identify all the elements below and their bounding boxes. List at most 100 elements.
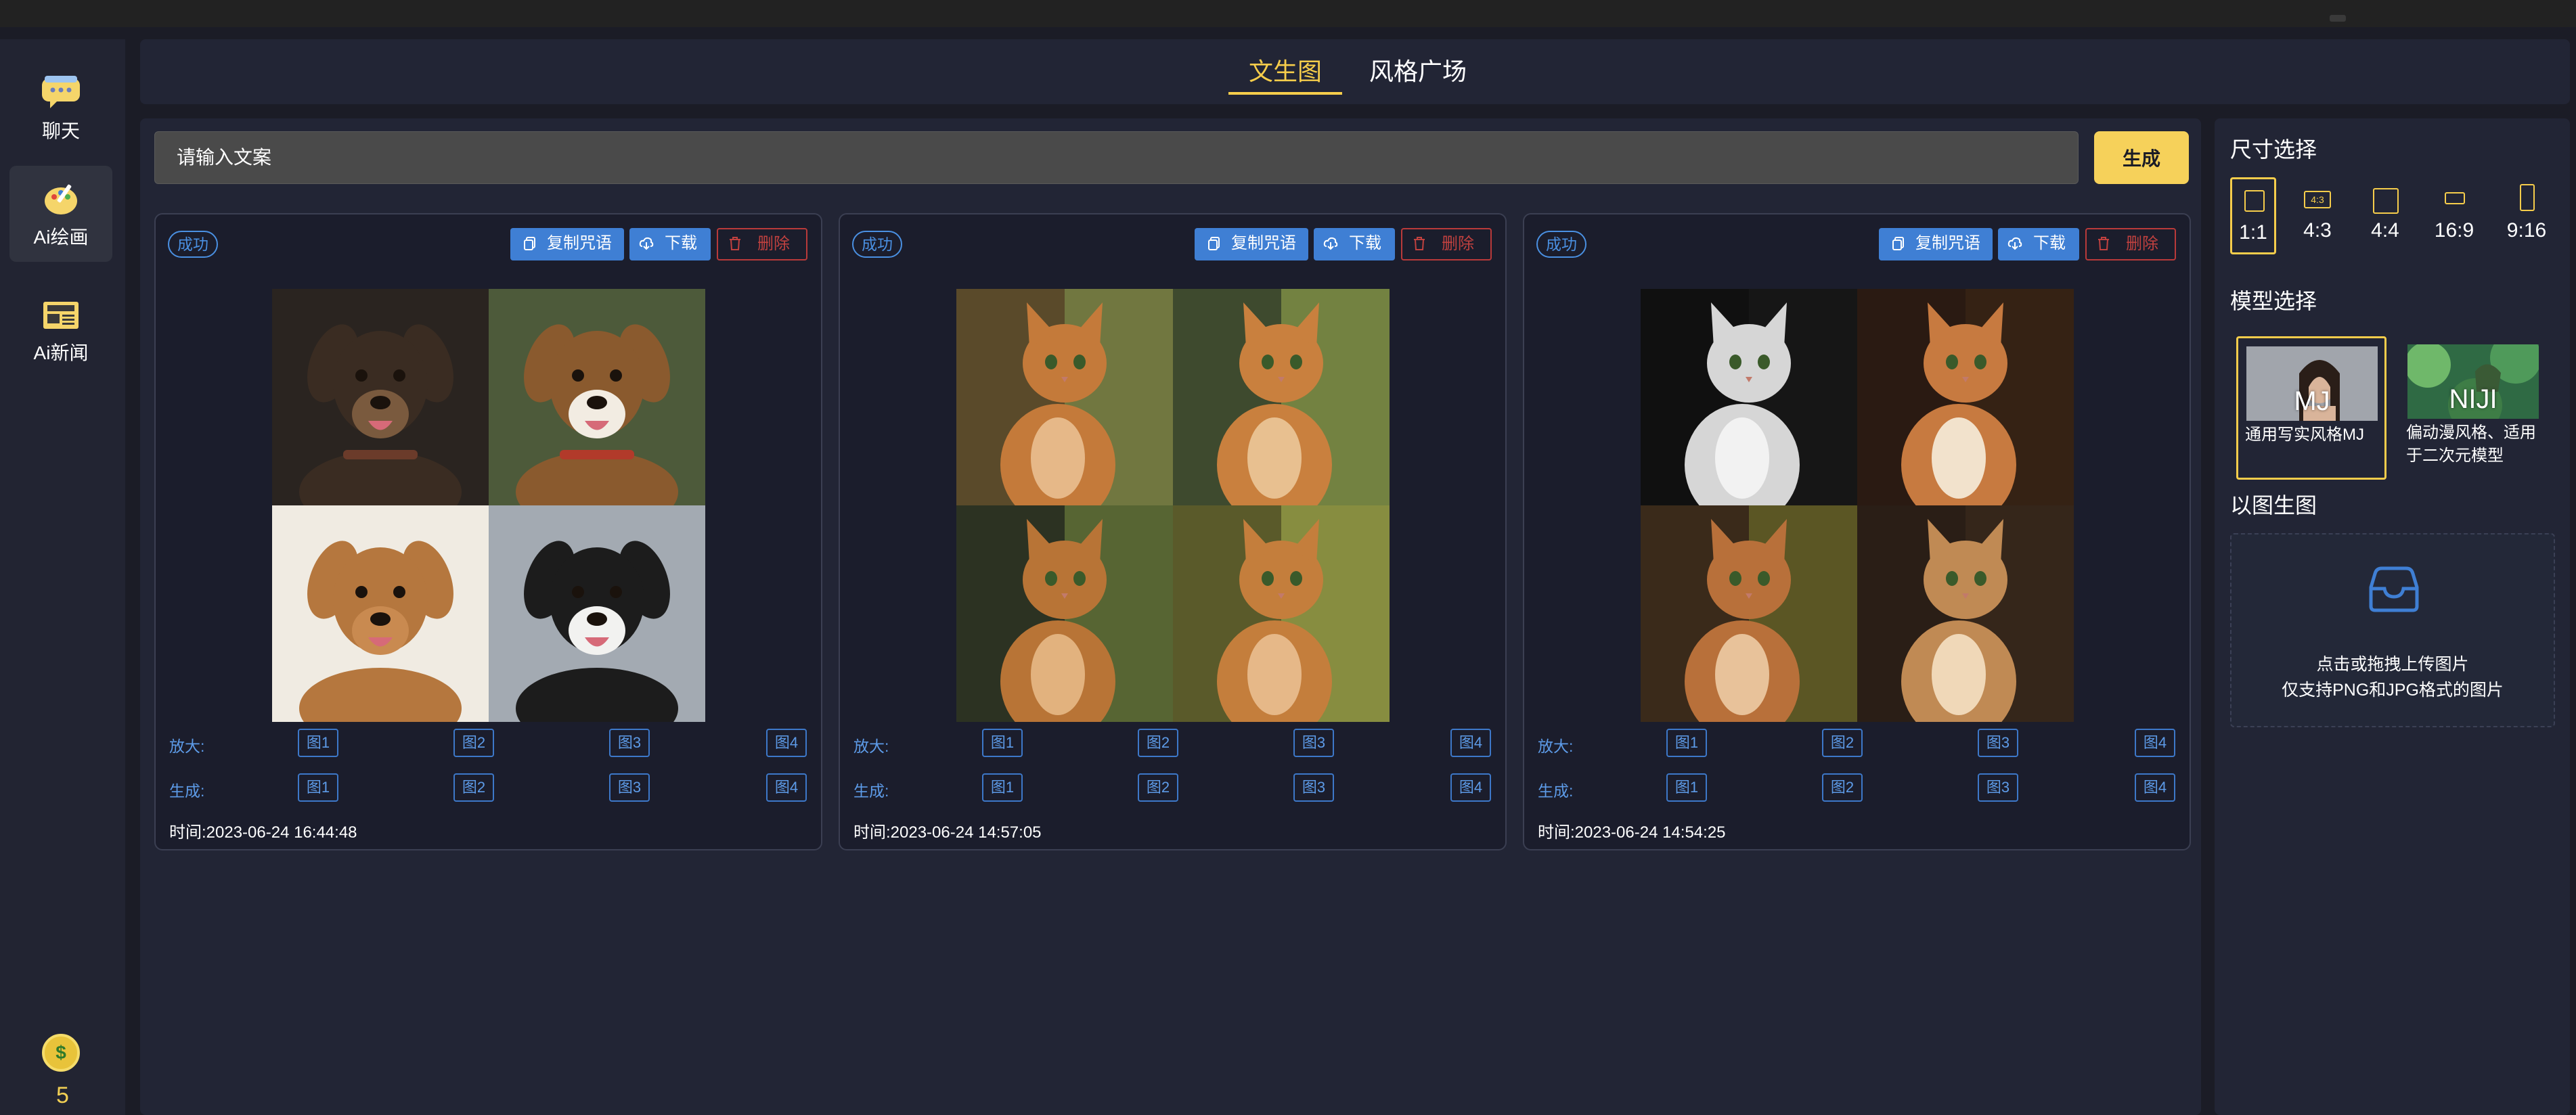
download-button[interactable]: 下载 [1998, 228, 2079, 260]
image-tile-4[interactable] [1857, 505, 2074, 722]
image-tile-3[interactable] [272, 505, 489, 722]
size-label: 1:1 [2239, 221, 2267, 244]
upload-format-hint: 仅支持PNG和JPG格式的图片 [2282, 681, 2504, 700]
model-section-title: 模型选择 [2230, 289, 2317, 313]
delete-button[interactable]: 删除 [1401, 228, 1492, 260]
coin-icon: $ [42, 1034, 80, 1072]
variation-label: 生成: [1538, 782, 1574, 800]
result-card: 成功 复制咒语 下载 删除 放大: 生成: 图1 图1 图2 图2 图3 图3 图4 图4 时间:2023-… [154, 213, 822, 850]
copy-prompt-label: 复制咒语 [1915, 234, 1980, 252]
model-description: 通用写实风格MJ [2245, 426, 2364, 444]
variation-image-2-button[interactable]: 图2 [1822, 773, 1863, 802]
cat-image [1857, 289, 2074, 505]
size-option-1-1[interactable]: 1:1 [2230, 177, 2276, 254]
model-option-niji[interactable]: NIJI 偏动漫风格、适用于二次元模型 [2399, 336, 2550, 480]
credits-count: 5 [56, 1083, 69, 1108]
copy-prompt-button[interactable]: 复制咒语 [510, 228, 624, 260]
upscale-image-1-button[interactable]: 图1 [298, 729, 338, 757]
upscale-image-3-button[interactable]: 图3 [1978, 729, 2018, 757]
dog-image [272, 289, 489, 505]
delete-button[interactable]: 删除 [2085, 228, 2176, 260]
generate-button[interactable]: 生成 [2094, 131, 2189, 184]
size-option-4-4[interactable]: 4:4 [2362, 177, 2408, 254]
prompt-input[interactable] [154, 131, 2079, 184]
chat-icon [42, 76, 80, 108]
copy-prompt-button[interactable]: 复制咒语 [1195, 228, 1308, 260]
size-option-4-3[interactable]: 4:3 4:3 [2294, 177, 2340, 254]
size-label: 16:9 [2434, 219, 2474, 242]
variation-image-4-button[interactable]: 图4 [2135, 773, 2175, 802]
image-tile-2[interactable] [1173, 289, 1390, 505]
upscale-image-3-button[interactable]: 图3 [1293, 729, 1334, 757]
upscale-image-4-button[interactable]: 图4 [2135, 729, 2175, 757]
nav-item-ai-news[interactable]: Ai新闻 [9, 281, 112, 378]
model-option-mj[interactable]: MJ 通用写实风格MJ [2236, 336, 2386, 480]
delete-label: 删除 [2126, 235, 2158, 253]
image-tile-3[interactable] [1641, 505, 1857, 722]
tab-style-gallery[interactable]: 风格广场 [1358, 50, 1478, 93]
image-tile-1[interactable] [956, 289, 1173, 505]
image-tile-2[interactable] [1857, 289, 2074, 505]
image-tile-4[interactable] [489, 505, 705, 722]
download-button[interactable]: 下载 [629, 228, 711, 260]
upscale-image-2-button[interactable]: 图2 [1138, 729, 1178, 757]
variation-image-4-button[interactable]: 图4 [1450, 773, 1491, 802]
upscale-image-1-button[interactable]: 图1 [1666, 729, 1707, 757]
upscale-image-3-button[interactable]: 图3 [609, 729, 650, 757]
copy-prompt-button[interactable]: 复制咒语 [1879, 228, 1993, 260]
delete-button[interactable]: 删除 [717, 228, 807, 260]
trash-icon [730, 237, 740, 250]
upscale-image-2-button[interactable]: 图2 [1822, 729, 1863, 757]
cat-image [1857, 505, 2074, 722]
variation-image-1-button[interactable]: 图1 [982, 773, 1023, 802]
upscale-label: 放大: [853, 737, 889, 755]
nav-label-ai-news: Ai新闻 [33, 342, 89, 363]
variation-image-3-button[interactable]: 图3 [1293, 773, 1334, 802]
niji-thumbnail: NIJI [2407, 344, 2539, 419]
dog-image [272, 505, 489, 722]
cat-image [1641, 289, 1857, 505]
variation-image-1-button[interactable]: 图1 [1666, 773, 1707, 802]
variation-image-3-button[interactable]: 图3 [1978, 773, 2018, 802]
model-tag: MJ [2294, 386, 2330, 416]
cat-image [1173, 505, 1390, 722]
image-upload-dropzone[interactable]: 点击或拖拽上传图片 仅支持PNG和JPG格式的图片 [2230, 533, 2555, 727]
upscale-label: 放大: [169, 737, 205, 755]
cloud-download-icon [639, 237, 654, 250]
upscale-image-1-button[interactable]: 图1 [982, 729, 1023, 757]
upscale-image-4-button[interactable]: 图4 [1450, 729, 1491, 757]
image-tile-1[interactable] [1641, 289, 1857, 505]
copy-icon [524, 237, 535, 250]
size-option-9-16[interactable]: 9:16 [2500, 177, 2554, 254]
tabs-bar: 文生图 风格广场 [140, 39, 2570, 104]
timestamp: 时间:2023-06-24 14:54:25 [1538, 823, 1726, 842]
variation-image-1-button[interactable]: 图1 [298, 773, 338, 802]
upload-hint: 点击或拖拽上传图片 [2316, 655, 2469, 674]
left-nav: 聊天 Ai绘画 Ai新闻 $ 5 [0, 39, 125, 1115]
variation-label: 生成: [853, 782, 889, 800]
image-tile-1[interactable] [272, 289, 489, 505]
image-tile-3[interactable] [956, 505, 1173, 722]
tab-text-to-image[interactable]: 文生图 [1228, 50, 1342, 95]
upscale-image-2-button[interactable]: 图2 [453, 729, 494, 757]
copy-icon [1208, 237, 1220, 250]
variation-image-3-button[interactable]: 图3 [609, 773, 650, 802]
mj-thumbnail: MJ [2246, 346, 2378, 421]
nav-item-ai-paint[interactable]: Ai绘画 [9, 166, 112, 262]
variation-image-2-button[interactable]: 图2 [1138, 773, 1178, 802]
delete-label: 删除 [1442, 235, 1474, 253]
download-button[interactable]: 下载 [1314, 228, 1395, 260]
nav-item-chat[interactable]: 聊天 [9, 60, 112, 156]
upscale-image-4-button[interactable]: 图4 [766, 729, 807, 757]
image-tile-4[interactable] [1173, 505, 1390, 722]
variation-image-4-button[interactable]: 图4 [766, 773, 807, 802]
timestamp: 时间:2023-06-24 14:57:05 [853, 823, 1042, 842]
size-section-title: 尺寸选择 [2230, 137, 2317, 162]
ratio-4-3-icon: 4:3 [2304, 191, 2331, 208]
image-tile-2[interactable] [489, 289, 705, 505]
nav-label-chat: 聊天 [41, 120, 80, 141]
news-icon [43, 302, 79, 329]
variation-image-2-button[interactable]: 图2 [453, 773, 494, 802]
size-option-16-9[interactable]: 16:9 [2428, 177, 2480, 254]
phone-portrait-icon [2520, 184, 2535, 211]
